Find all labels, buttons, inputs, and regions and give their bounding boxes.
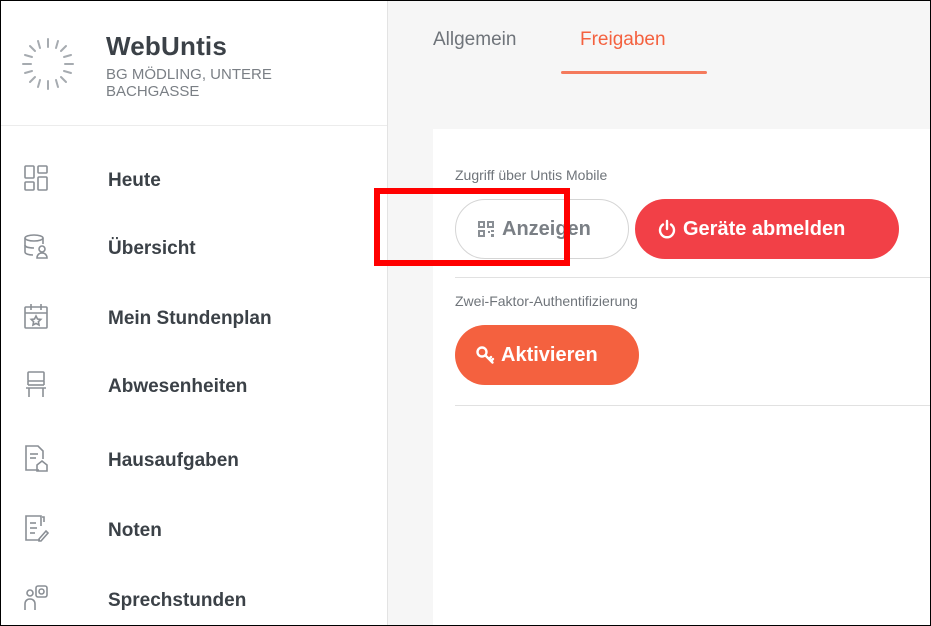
sidebar-divider (1, 125, 387, 126)
logout-devices-button[interactable]: Geräte abmelden (635, 199, 899, 259)
sidebar-item-noten[interactable]: Noten (1, 498, 387, 560)
sidebar: WebUntis BG MÖDLING, UNTERE BACHGASSE He… (1, 1, 388, 625)
sidebar-item-label: Hausaufgaben (108, 450, 239, 471)
tab-bar: Allgemein Freigaben (388, 1, 930, 101)
two-factor-label: Zwei-Faktor-Authentifizierung (455, 293, 638, 309)
mobile-access-label: Zugriff über Untis Mobile (455, 167, 608, 183)
document-house-icon (25, 445, 48, 472)
sidebar-item-abwesenheiten[interactable]: Abwesenheiten (1, 354, 387, 416)
activate-2fa-label: Aktivieren (501, 343, 598, 366)
qr-code-icon (478, 221, 494, 237)
sidebar-item-uebersicht[interactable]: Übersicht (1, 216, 387, 278)
section-separator (455, 405, 930, 406)
app-name: WebUntis (106, 31, 228, 61)
power-icon (658, 219, 676, 239)
activate-2fa-button[interactable]: Aktivieren (455, 325, 639, 385)
sidebar-item-hausaufgaben[interactable]: Hausaufgaben (1, 428, 387, 490)
dashboard-icon (24, 165, 48, 191)
chair-icon (26, 371, 46, 397)
sidebar-item-label: Abwesenheiten (108, 376, 248, 397)
sidebar-item-sprechstunden[interactable]: Sprechstunden (1, 568, 387, 625)
tab-allgemein[interactable]: Allgemein (433, 29, 516, 51)
sidebar-item-heute[interactable]: Heute (1, 148, 387, 210)
show-qr-label: Anzeigen (502, 217, 591, 240)
database-user-icon (24, 234, 48, 259)
sidebar-item-label: Heute (108, 170, 161, 191)
webuntis-logo-icon (22, 38, 74, 90)
tab-freigaben[interactable]: Freigaben (580, 29, 666, 51)
sidebar-item-label: Noten (108, 520, 162, 541)
sidebar-item-mein-stundenplan[interactable]: Mein Stundenplan (1, 286, 387, 348)
section-separator (455, 277, 930, 278)
sidebar-item-label: Sprechstunden (108, 590, 247, 611)
main-content: Allgemein Freigaben Zugriff über Untis M… (388, 1, 930, 625)
sidebar-item-label: Mein Stundenplan (108, 308, 272, 329)
calendar-star-icon (24, 304, 48, 329)
sidebar-item-label: Übersicht (108, 238, 196, 259)
person-speech-icon (24, 585, 48, 610)
sharing-card: Zugriff über Untis Mobile Anzeigen Gerät… (433, 129, 930, 625)
key-icon (476, 346, 495, 364)
document-pen-icon (25, 515, 49, 542)
logout-devices-label: Geräte abmelden (683, 217, 846, 240)
show-qr-button[interactable]: Anzeigen (455, 199, 629, 259)
school-name: BG MÖDLING, UNTERE BACHGASSE (106, 66, 272, 100)
active-tab-indicator (561, 71, 707, 74)
app-window: WebUntis BG MÖDLING, UNTERE BACHGASSE He… (0, 0, 931, 626)
brand[interactable]: WebUntis BG MÖDLING, UNTERE BACHGASSE (19, 25, 379, 117)
